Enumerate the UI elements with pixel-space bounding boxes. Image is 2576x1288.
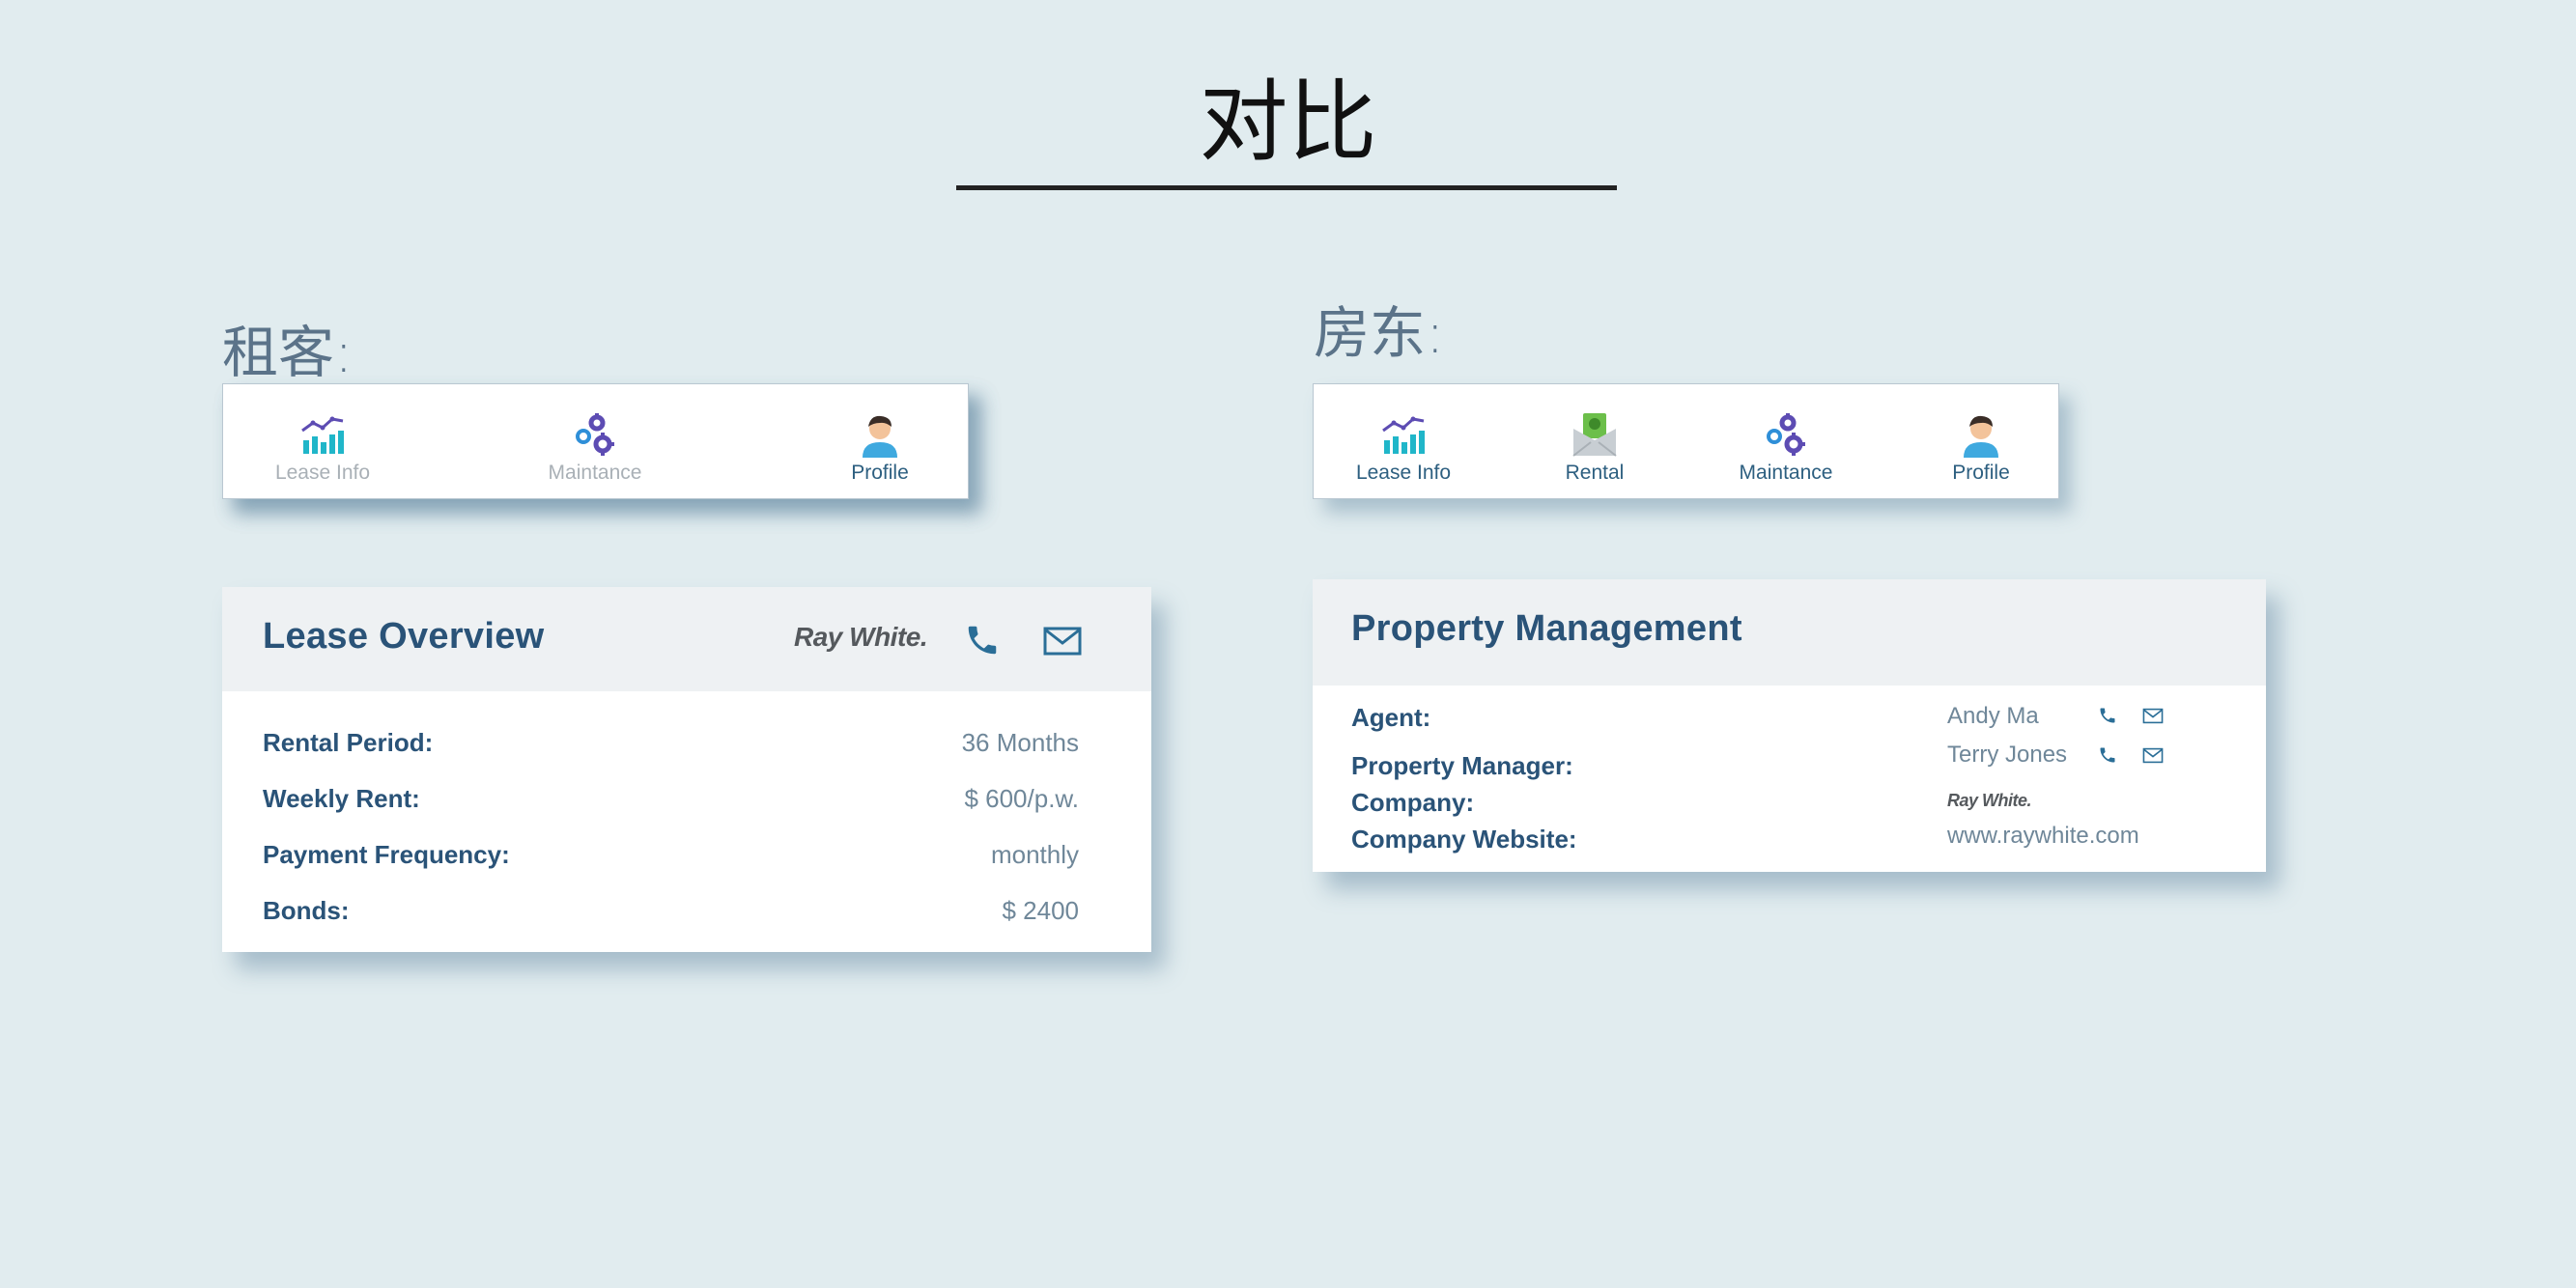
chart-icon (301, 416, 344, 454)
tenant-nav-bar-items: Lease Info Maintance Profile (222, 383, 969, 499)
nav-label: Profile (851, 462, 909, 484)
lease-overview-card: Lease Overview Ray White. Rental Period:… (222, 587, 1151, 952)
website-link[interactable]: www.raywhite.com (1947, 823, 2139, 850)
property-management-card: Property Management Agent: Andy Ma Terry… (1313, 579, 2266, 872)
landlord-nav-bar: Lease Info Rental Maintance Profile (1313, 383, 2059, 499)
ray-white-logo: Ray White. (1947, 791, 2032, 810)
rental-period-value: 36 Months (961, 728, 1079, 757)
mail-icon[interactable] (1043, 626, 1082, 657)
payment-frequency-label: Payment Frequency: (263, 840, 510, 869)
nav-label: Profile (1952, 462, 2010, 484)
tenant-nav-lease-info[interactable]: Lease Info (250, 384, 395, 498)
agent-label: Agent: (1351, 703, 1431, 732)
landlord-nav-lease-info[interactable]: Lease Info (1331, 384, 1476, 498)
phone-icon[interactable] (2098, 745, 2117, 765)
landlord-nav-maintance[interactable]: Maintance (1713, 384, 1858, 498)
gears-icon (576, 413, 614, 456)
nav-label: Rental (1565, 462, 1625, 484)
person-icon (1964, 415, 1998, 458)
landlord-nav-profile[interactable]: Profile (1909, 384, 2053, 498)
person-icon (863, 415, 897, 458)
company-label: Company: (1351, 788, 1475, 817)
manager-label: Property Manager: (1351, 751, 1573, 780)
nav-label: Maintance (548, 462, 642, 484)
mail-icon[interactable] (2142, 747, 2164, 764)
chart-icon (1382, 416, 1425, 454)
payment-frequency-value: monthly (990, 840, 1079, 869)
website-label: Company Website: (1351, 825, 1577, 854)
nav-label: Maintance (1739, 462, 1833, 484)
tenant-section-label: 租客: (222, 320, 354, 385)
card-title: Lease Overview (263, 616, 545, 657)
phone-icon[interactable] (964, 620, 1001, 660)
nav-label: Lease Info (274, 462, 371, 484)
bonds-label: Bonds: (263, 896, 350, 925)
landlord-nav-rental[interactable]: Rental (1522, 384, 1667, 498)
title-underline (956, 185, 1617, 190)
money-envelope-icon (1572, 413, 1617, 457)
page-title: 对比 (1199, 70, 1377, 174)
phone-icon[interactable] (2098, 706, 2117, 725)
tenant-nav-maintance[interactable]: Maintance (523, 384, 667, 498)
mail-icon[interactable] (2142, 708, 2164, 724)
nav-label: Lease Info (1355, 462, 1452, 484)
manager-value: Terry Jones (1947, 742, 2068, 768)
agent-value: Andy Ma (1947, 703, 2039, 729)
gears-icon (1767, 413, 1805, 456)
rental-period-label: Rental Period: (263, 728, 434, 757)
ray-white-logo: Ray White. (794, 622, 928, 652)
bonds-value: $ 2400 (1002, 896, 1079, 925)
tenant-nav-profile[interactable]: Profile (807, 384, 952, 498)
weekly-rent-label: Weekly Rent: (263, 784, 420, 813)
landlord-section-label: 房东: (1314, 300, 1445, 366)
weekly-rent-value: $ 600/p.w. (964, 784, 1079, 813)
card-title: Property Management (1351, 608, 1742, 649)
